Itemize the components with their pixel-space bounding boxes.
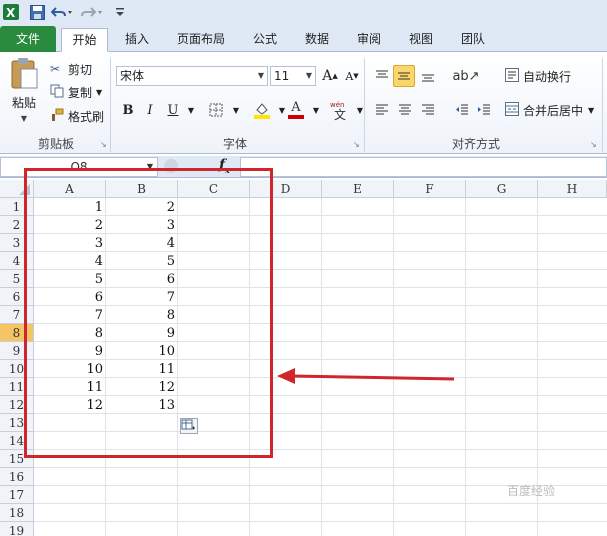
excel-window: X 文件 开始 插入 页面布局 公式 数据 审阅 视图 团队 粘贴 ▼ ✂ 剪切…	[0, 0, 607, 536]
watermark: 百度经验	[507, 484, 556, 498]
annotation-arrow-icon	[277, 368, 455, 384]
